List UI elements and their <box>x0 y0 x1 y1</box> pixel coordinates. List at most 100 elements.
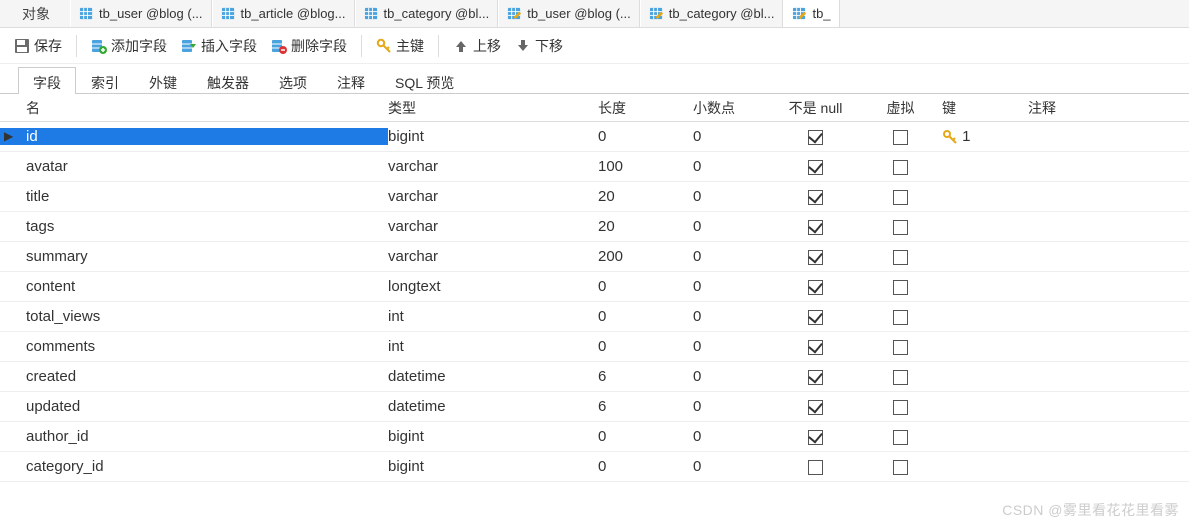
checkbox-icon[interactable] <box>893 190 908 205</box>
checkbox-icon[interactable] <box>893 400 908 415</box>
cell-decimals[interactable]: 0 <box>693 458 768 475</box>
checkbox-icon[interactable] <box>893 430 908 445</box>
checkbox-icon[interactable] <box>893 220 908 235</box>
cell-name[interactable]: category_id <box>18 458 388 475</box>
subtab-3[interactable]: 触发器 <box>192 67 264 94</box>
cell-name[interactable]: avatar <box>18 158 388 175</box>
cell-name[interactable]: tags <box>18 218 388 235</box>
header-decimals[interactable]: 小数点 <box>693 98 768 118</box>
checkbox-icon[interactable] <box>893 130 908 145</box>
checkbox-icon[interactable] <box>808 430 823 445</box>
checkbox-icon[interactable] <box>808 220 823 235</box>
table-row[interactable]: contentlongtext00 <box>0 272 1189 302</box>
document-tab[interactable]: tb_category @bl... <box>355 0 499 27</box>
table-row[interactable]: titlevarchar200 <box>0 182 1189 212</box>
cell-decimals[interactable]: 0 <box>693 248 768 265</box>
cell-length[interactable]: 200 <box>598 248 693 265</box>
cell-type[interactable]: bigint <box>388 128 598 145</box>
cell-decimals[interactable]: 0 <box>693 128 768 145</box>
checkbox-icon[interactable] <box>808 130 823 145</box>
cell-notnull[interactable] <box>768 398 863 415</box>
cell-virtual[interactable] <box>863 218 938 235</box>
cell-type[interactable]: bigint <box>388 458 598 475</box>
cell-notnull[interactable] <box>768 368 863 385</box>
cell-name[interactable]: created <box>18 368 388 385</box>
cell-virtual[interactable] <box>863 338 938 355</box>
cell-length[interactable]: 20 <box>598 188 693 205</box>
cell-length[interactable]: 0 <box>598 428 693 445</box>
cell-length[interactable]: 6 <box>598 398 693 415</box>
insert-field-button[interactable]: 插入字段 <box>175 32 263 60</box>
cell-notnull[interactable] <box>768 338 863 355</box>
cell-type[interactable]: int <box>388 338 598 355</box>
subtab-6[interactable]: SQL 预览 <box>380 67 469 94</box>
table-row[interactable]: updateddatetime60 <box>0 392 1189 422</box>
header-virtual[interactable]: 虚拟 <box>863 98 938 118</box>
header-notnull[interactable]: 不是 null <box>768 98 863 118</box>
cell-type[interactable]: varchar <box>388 248 598 265</box>
header-name[interactable]: 名 <box>18 98 388 118</box>
document-tab[interactable]: tb_user @blog (... <box>70 0 212 27</box>
table-row[interactable]: ▶idbigint00 1 <box>0 122 1189 152</box>
cell-name[interactable]: id <box>0 128 388 145</box>
cell-virtual[interactable] <box>863 458 938 475</box>
cell-name[interactable]: title <box>18 188 388 205</box>
cell-name[interactable]: content <box>18 278 388 295</box>
cell-length[interactable]: 20 <box>598 218 693 235</box>
checkbox-icon[interactable] <box>808 280 823 295</box>
checkbox-icon[interactable] <box>808 400 823 415</box>
document-tab[interactable]: tb_ <box>783 0 839 27</box>
header-comment[interactable]: 注释 <box>1028 98 1189 118</box>
cell-decimals[interactable]: 0 <box>693 368 768 385</box>
cell-virtual[interactable] <box>863 158 938 175</box>
cell-notnull[interactable] <box>768 308 863 325</box>
table-row[interactable]: author_idbigint00 <box>0 422 1189 452</box>
cell-length[interactable]: 100 <box>598 158 693 175</box>
cell-type[interactable]: datetime <box>388 368 598 385</box>
table-row[interactable]: category_idbigint00 <box>0 452 1189 482</box>
move-up-button[interactable]: 上移 <box>447 32 507 60</box>
cell-name[interactable]: summary <box>18 248 388 265</box>
cell-notnull[interactable] <box>768 188 863 205</box>
table-row[interactable]: tagsvarchar200 <box>0 212 1189 242</box>
table-row[interactable]: commentsint00 <box>0 332 1189 362</box>
checkbox-icon[interactable] <box>893 370 908 385</box>
document-tab[interactable]: tb_category @bl... <box>640 0 784 27</box>
header-key[interactable]: 键 <box>938 98 1028 118</box>
checkbox-icon[interactable] <box>893 460 908 475</box>
cell-type[interactable]: int <box>388 308 598 325</box>
cell-length[interactable]: 0 <box>598 128 693 145</box>
cell-notnull[interactable] <box>768 428 863 445</box>
checkbox-icon[interactable] <box>808 370 823 385</box>
cell-length[interactable]: 0 <box>598 458 693 475</box>
cell-virtual[interactable] <box>863 188 938 205</box>
cell-virtual[interactable] <box>863 398 938 415</box>
header-length[interactable]: 长度 <box>598 98 693 118</box>
cell-notnull[interactable] <box>768 248 863 265</box>
cell-type[interactable]: longtext <box>388 278 598 295</box>
cell-virtual[interactable] <box>863 128 938 145</box>
subtab-5[interactable]: 注释 <box>322 67 380 94</box>
cell-type[interactable]: varchar <box>388 218 598 235</box>
cell-decimals[interactable]: 0 <box>693 218 768 235</box>
cell-notnull[interactable] <box>768 128 863 145</box>
header-type[interactable]: 类型 <box>388 98 598 118</box>
checkbox-icon[interactable] <box>808 340 823 355</box>
subtab-2[interactable]: 外键 <box>134 67 192 94</box>
cell-virtual[interactable] <box>863 428 938 445</box>
primary-key-button[interactable]: 主键 <box>370 32 430 60</box>
cell-type[interactable]: datetime <box>388 398 598 415</box>
cell-notnull[interactable] <box>768 158 863 175</box>
checkbox-icon[interactable] <box>893 160 908 175</box>
document-tab[interactable]: tb_article @blog... <box>212 0 355 27</box>
move-down-button[interactable]: 下移 <box>509 32 569 60</box>
cell-key[interactable]: 1 <box>938 128 1028 145</box>
subtab-4[interactable]: 选项 <box>264 67 322 94</box>
cell-length[interactable]: 0 <box>598 308 693 325</box>
table-row[interactable]: total_viewsint00 <box>0 302 1189 332</box>
cell-virtual[interactable] <box>863 308 938 325</box>
checkbox-icon[interactable] <box>893 250 908 265</box>
cell-virtual[interactable] <box>863 368 938 385</box>
document-tab[interactable]: tb_user @blog (... <box>498 0 640 27</box>
checkbox-icon[interactable] <box>808 190 823 205</box>
